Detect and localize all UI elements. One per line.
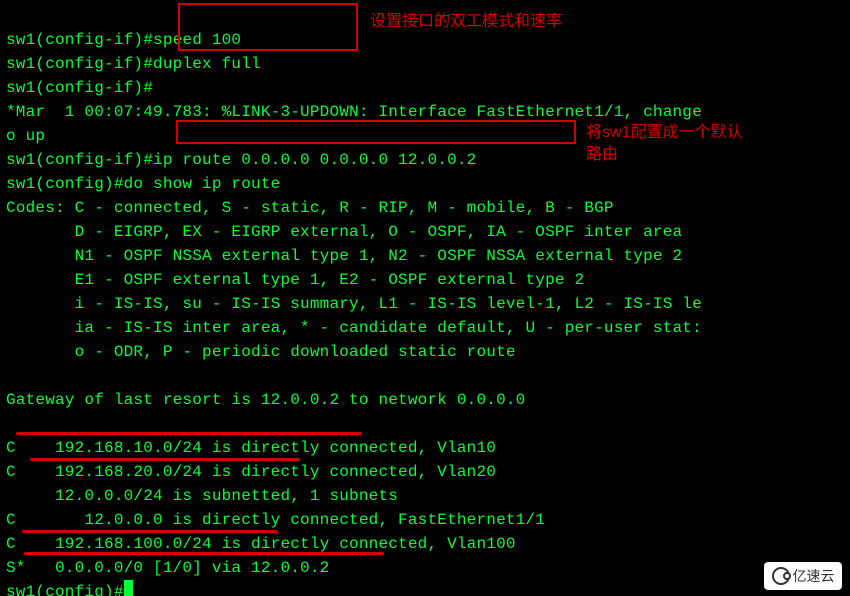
annotation-underline xyxy=(24,552,384,555)
terminal-line: Codes: C - connected, S - static, R - RI… xyxy=(6,199,614,217)
terminal-line: C 192.168.10.0/24 is directly connected,… xyxy=(6,439,496,457)
annotation-label-duplex: 设置接口的双工模式和速率 xyxy=(370,12,562,32)
watermark-badge: 亿速云 xyxy=(764,562,842,590)
terminal-line: *Mar 1 00:07:49.783: %LINK-3-UPDOWN: Int… xyxy=(6,103,702,121)
terminal-line: o up xyxy=(6,127,45,145)
terminal-line: D - EIGRP, EX - EIGRP external, O - OSPF… xyxy=(6,223,682,241)
terminal-line: Gateway of last resort is 12.0.0.2 to ne… xyxy=(6,391,525,409)
annotation-label-iproute-line2: 路由 xyxy=(586,145,618,165)
terminal-line: sw1(config-if)#duplex full xyxy=(6,55,261,73)
cursor-icon xyxy=(124,580,133,596)
terminal-line: E1 - OSPF external type 1, E2 - OSPF ext… xyxy=(6,271,584,289)
terminal-line: sw1(config-if)#ip route 0.0.0.0 0.0.0.0 … xyxy=(6,151,476,169)
terminal-line: sw1(config)#do show ip route xyxy=(6,175,280,193)
terminal-line: C 192.168.20.0/24 is directly connected,… xyxy=(6,463,496,481)
terminal-line: 12.0.0.0/24 is subnetted, 1 subnets xyxy=(6,487,398,505)
terminal-prompt: sw1(config)# xyxy=(6,583,124,596)
annotation-label-iproute-line1: 将sw1配置成一个默认 xyxy=(586,123,742,143)
annotation-underline xyxy=(16,432,362,435)
watermark-text: 亿速云 xyxy=(793,564,835,588)
annotation-underline xyxy=(22,530,278,533)
terminal-line: o - ODR, P - periodic downloaded static … xyxy=(6,343,516,361)
terminal-line: sw1(config-if)# xyxy=(6,79,153,97)
cloud-logo-icon xyxy=(772,567,790,585)
terminal-prompt-line: sw1(config)# xyxy=(6,583,133,596)
terminal-line: sw1(config-if)#speed 100 xyxy=(6,31,241,49)
terminal-line: ia - IS-IS inter area, * - candidate def… xyxy=(6,319,702,337)
terminal-output[interactable]: sw1(config-if)#speed 100 sw1(config-if)#… xyxy=(0,0,850,596)
terminal-line: C 12.0.0.0 is directly connected, FastEt… xyxy=(6,511,545,529)
annotation-underline xyxy=(30,458,300,461)
terminal-line: i - IS-IS, su - IS-IS summary, L1 - IS-I… xyxy=(6,295,702,313)
terminal-line: S* 0.0.0.0/0 [1/0] via 12.0.0.2 xyxy=(6,559,329,577)
terminal-line: C 192.168.100.0/24 is directly connected… xyxy=(6,535,516,553)
terminal-line: N1 - OSPF NSSA external type 1, N2 - OSP… xyxy=(6,247,682,265)
